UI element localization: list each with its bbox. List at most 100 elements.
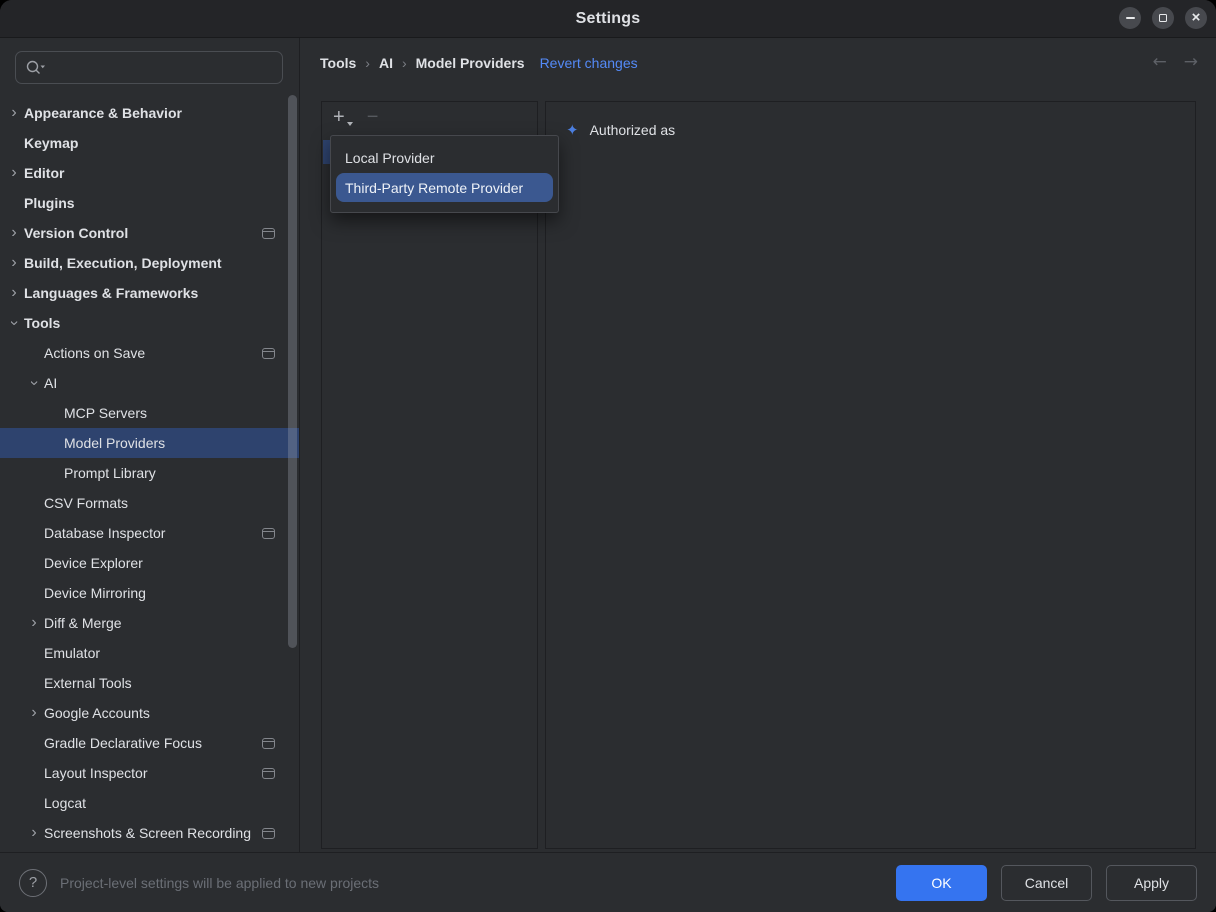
sidebar-item-model-providers[interactable]: Model Providers	[0, 428, 299, 458]
sidebar-item-label: CSV Formats	[44, 495, 275, 511]
back-button[interactable]: ←	[1153, 52, 1167, 72]
ok-button[interactable]: OK	[896, 865, 987, 901]
minimize-icon	[1126, 17, 1135, 19]
forward-button[interactable]: →	[1184, 52, 1198, 72]
remove-provider-button[interactable]: −	[367, 107, 379, 127]
provider-detail-panel: ✦ Authorized as	[545, 101, 1196, 849]
chevron-down-icon[interactable]: ›	[26, 373, 42, 393]
sidebar-item-google-accounts[interactable]: ›Google Accounts	[0, 698, 299, 728]
sidebar-item-label: Gradle Declarative Focus	[44, 735, 256, 751]
sidebar-item-screenshots-screen-recording[interactable]: ›Screenshots & Screen Recording	[0, 818, 299, 848]
sidebar-item-label: Layout Inspector	[44, 765, 256, 781]
breadcrumb-item-model-providers[interactable]: Model Providers	[416, 55, 525, 71]
breadcrumb-item-ai[interactable]: AI	[379, 55, 393, 71]
chevron-right-icon[interactable]: ›	[4, 225, 24, 241]
chevron-right-icon[interactable]: ›	[24, 705, 44, 721]
sidebar-item-editor[interactable]: ›Editor	[0, 158, 299, 188]
settings-tree: ›Appearance & BehaviorKeymap›EditorPlugi…	[0, 98, 299, 848]
chevron-right-icon[interactable]: ›	[24, 825, 44, 841]
menu-item-local-provider[interactable]: Local Provider	[331, 143, 558, 173]
search-box[interactable]	[15, 51, 283, 84]
sidebar-item-label: Actions on Save	[44, 345, 256, 361]
sidebar-item-tools[interactable]: ›Tools	[0, 308, 299, 338]
sidebar-item-device-explorer[interactable]: Device Explorer	[0, 548, 299, 578]
breadcrumb-item-tools[interactable]: Tools	[320, 55, 356, 71]
sidebar-item-device-mirroring[interactable]: Device Mirroring	[0, 578, 299, 608]
add-provider-button[interactable]: +	[333, 107, 352, 127]
authorized-as-row: ✦ Authorized as	[546, 102, 1195, 138]
sidebar-item-label: Languages & Frameworks	[24, 285, 275, 301]
sidebar-item-csv-formats[interactable]: CSV Formats	[0, 488, 299, 518]
sidebar-item-label: Logcat	[44, 795, 275, 811]
sidebar-item-diff-merge[interactable]: ›Diff & Merge	[0, 608, 299, 638]
add-provider-popup: Local Provider Third-Party Remote Provid…	[330, 135, 559, 213]
project-setting-icon	[262, 348, 275, 359]
chevron-right-icon[interactable]: ›	[4, 165, 24, 181]
sidebar-item-languages-frameworks[interactable]: ›Languages & Frameworks	[0, 278, 299, 308]
window-title: Settings	[576, 10, 641, 28]
sidebar-item-label: Appearance & Behavior	[24, 105, 275, 121]
sidebar-item-prompt-library[interactable]: Prompt Library	[0, 458, 299, 488]
sidebar-item-mcp-servers[interactable]: MCP Servers	[0, 398, 299, 428]
sidebar-item-label: Model Providers	[64, 435, 275, 451]
settings-sidebar: ›Appearance & BehaviorKeymap›EditorPlugi…	[0, 38, 300, 852]
help-button[interactable]: ?	[19, 869, 47, 897]
footer-bar: ? Project-level settings will be applied…	[0, 852, 1216, 912]
chevron-down-icon[interactable]: ›	[6, 313, 22, 333]
dialog-buttons: OK Cancel Apply	[896, 865, 1197, 901]
sidebar-item-emulator[interactable]: Emulator	[0, 638, 299, 668]
sidebar-item-appearance-behavior[interactable]: ›Appearance & Behavior	[0, 98, 299, 128]
history-navigation: ← →	[1153, 52, 1199, 72]
chevron-right-icon[interactable]: ›	[24, 615, 44, 631]
footer-hint: Project-level settings will be applied t…	[60, 875, 896, 891]
cancel-button[interactable]: Cancel	[1001, 865, 1092, 901]
provider-list-toolbar: + −	[322, 102, 537, 127]
sidebar-item-actions-on-save[interactable]: Actions on Save	[0, 338, 299, 368]
sidebar-item-build-execution-deployment[interactable]: ›Build, Execution, Deployment	[0, 248, 299, 278]
sidebar-item-version-control[interactable]: ›Version Control	[0, 218, 299, 248]
project-setting-icon	[262, 738, 275, 749]
revert-changes-link[interactable]: Revert changes	[540, 55, 638, 71]
sidebar-item-label: Screenshots & Screen Recording	[44, 825, 256, 841]
chevron-right-icon[interactable]: ›	[4, 285, 24, 301]
chevron-right-icon[interactable]: ›	[4, 255, 24, 271]
sidebar-item-label: AI	[44, 375, 275, 391]
breadcrumb-separator: ›	[365, 55, 370, 71]
sidebar-item-gradle-declarative-focus[interactable]: Gradle Declarative Focus	[0, 728, 299, 758]
sidebar-scrollbar[interactable]	[288, 95, 297, 648]
search-icon	[25, 59, 47, 76]
sidebar-item-keymap[interactable]: Keymap	[0, 128, 299, 158]
project-setting-icon	[262, 768, 275, 779]
close-icon: ×	[1192, 10, 1201, 25]
sidebar-item-label: Device Mirroring	[44, 585, 275, 601]
sidebar-item-label: Plugins	[24, 195, 275, 211]
project-setting-icon	[262, 828, 275, 839]
settings-window: Settings × ›Appearance & BehaviorKeymap›…	[0, 0, 1216, 912]
sidebar-item-label: Diff & Merge	[44, 615, 275, 631]
provider-list-panel: + −	[321, 101, 538, 849]
sidebar-item-label: Emulator	[44, 645, 275, 661]
sidebar-item-external-tools[interactable]: External Tools	[0, 668, 299, 698]
menu-item-third-party-remote-provider[interactable]: Third-Party Remote Provider	[336, 173, 553, 202]
sidebar-item-ai[interactable]: ›AI	[0, 368, 299, 398]
sidebar-item-label: Database Inspector	[44, 525, 256, 541]
sidebar-item-label: Device Explorer	[44, 555, 275, 571]
sidebar-item-layout-inspector[interactable]: Layout Inspector	[0, 758, 299, 788]
sidebar-item-label: Keymap	[24, 135, 275, 151]
ai-sparkle-icon: ✦	[566, 123, 579, 138]
project-setting-icon	[262, 228, 275, 239]
minimize-button[interactable]	[1119, 7, 1141, 29]
sidebar-item-plugins[interactable]: Plugins	[0, 188, 299, 218]
chevron-right-icon[interactable]: ›	[4, 105, 24, 121]
search-input[interactable]	[47, 59, 282, 77]
close-button[interactable]: ×	[1185, 7, 1207, 29]
authorized-as-label: Authorized as	[590, 122, 676, 138]
chevron-down-icon	[41, 66, 46, 69]
breadcrumb-separator: ›	[402, 55, 407, 71]
sidebar-item-logcat[interactable]: Logcat	[0, 788, 299, 818]
sidebar-item-label: Tools	[24, 315, 275, 331]
sidebar-item-label: Build, Execution, Deployment	[24, 255, 275, 271]
apply-button[interactable]: Apply	[1106, 865, 1197, 901]
sidebar-item-database-inspector[interactable]: Database Inspector	[0, 518, 299, 548]
maximize-button[interactable]	[1152, 7, 1174, 29]
